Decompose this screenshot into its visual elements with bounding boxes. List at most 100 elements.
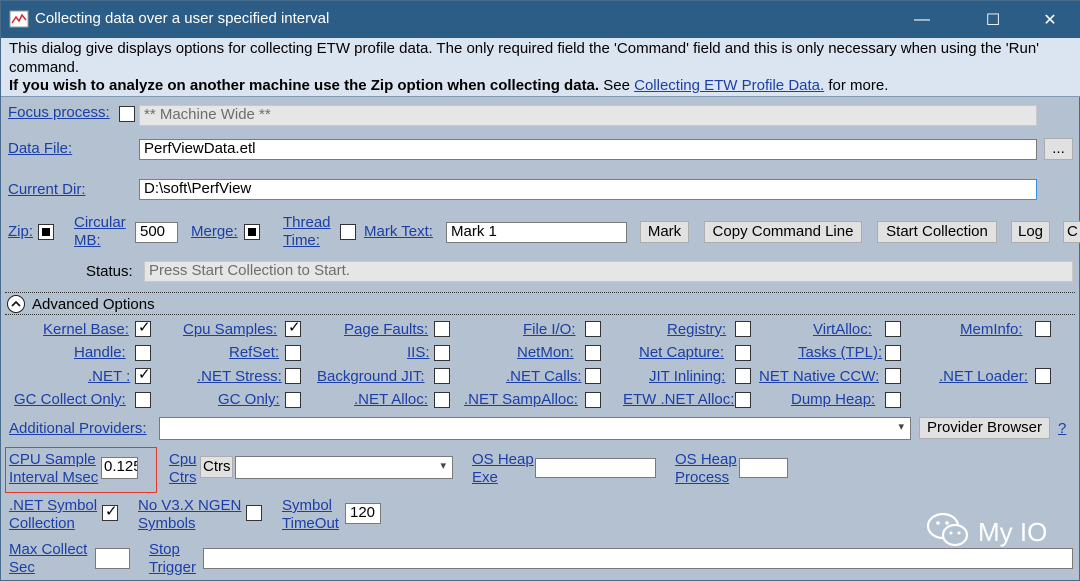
thread-time-label-2[interactable]: Time: bbox=[283, 232, 320, 250]
os-heap-exe-input[interactable] bbox=[535, 458, 656, 478]
net-capture-label[interactable]: Net Capture: bbox=[639, 344, 724, 362]
start-collection-button[interactable]: Start Collection bbox=[877, 221, 997, 243]
tasks-tpl-label[interactable]: Tasks (TPL): bbox=[798, 344, 882, 362]
focus-process-field[interactable]: ** Machine Wide ** bbox=[139, 105, 1037, 126]
collecting-data-link[interactable]: Collecting ETW Profile Data. bbox=[634, 77, 824, 94]
handle-checkbox[interactable] bbox=[135, 345, 151, 361]
provider-browser-button[interactable]: Provider Browser bbox=[919, 417, 1050, 439]
dump-heap-checkbox[interactable] bbox=[885, 392, 901, 408]
data-file-input[interactable]: PerfViewData.etl bbox=[139, 139, 1037, 160]
max-collect-sec-label-1[interactable]: Max Collect bbox=[9, 541, 87, 559]
dotnet-stress-checkbox[interactable] bbox=[285, 368, 301, 384]
merge-label[interactable]: Merge: bbox=[191, 223, 238, 241]
current-dir-label[interactable]: Current Dir: bbox=[8, 181, 86, 199]
dotnet-calls-label[interactable]: .NET Calls: bbox=[506, 368, 582, 386]
dotnet-sampalloc-label[interactable]: .NET SampAlloc: bbox=[464, 391, 578, 409]
os-heap-process-label-1[interactable]: OS Heap bbox=[675, 451, 737, 469]
meminfo-label[interactable]: MemInfo: bbox=[960, 321, 1023, 339]
help-link[interactable]: ? bbox=[1058, 420, 1066, 438]
mark-button[interactable]: Mark bbox=[640, 221, 689, 243]
cpu-sample-interval-input[interactable]: 0.125 bbox=[101, 457, 138, 479]
symbol-timeout-label-1[interactable]: Symbol bbox=[282, 497, 332, 515]
net-symbol-collection-label-1[interactable]: .NET Symbol bbox=[9, 497, 97, 515]
virtalloc-label[interactable]: VirtAlloc: bbox=[813, 321, 872, 339]
additional-providers-label[interactable]: Additional Providers: bbox=[9, 420, 147, 438]
maximize-button[interactable]: ☐ bbox=[970, 1, 1016, 38]
log-button[interactable]: Log bbox=[1011, 221, 1050, 243]
dotnet-alloc-label[interactable]: .NET Alloc: bbox=[354, 391, 428, 409]
cpu-ctrs-combo[interactable]: ▾ bbox=[235, 456, 453, 479]
zip-label[interactable]: Zip: bbox=[8, 223, 33, 241]
dotnet-alloc-checkbox[interactable] bbox=[434, 392, 450, 408]
kernel-base-label[interactable]: Kernel Base: bbox=[43, 321, 129, 339]
gc-collect-only-checkbox[interactable] bbox=[135, 392, 151, 408]
browse-button[interactable]: ... bbox=[1044, 138, 1073, 160]
net-symbol-collection-checkbox[interactable]: ✓ bbox=[102, 503, 118, 521]
os-heap-exe-label-1[interactable]: OS Heap bbox=[472, 451, 534, 469]
file-io-checkbox[interactable] bbox=[585, 321, 601, 337]
handle-label[interactable]: Handle: bbox=[74, 344, 126, 362]
gc-only-checkbox[interactable] bbox=[285, 392, 301, 408]
focus-process-checkbox[interactable] bbox=[119, 106, 135, 122]
page-faults-checkbox[interactable] bbox=[434, 321, 450, 337]
net-native-ccw-label[interactable]: NET Native CCW: bbox=[759, 368, 879, 386]
net-native-ccw-checkbox[interactable] bbox=[885, 368, 901, 384]
current-dir-input[interactable]: D:\soft\PerfView bbox=[139, 179, 1037, 200]
cpu-ctrs-label-2[interactable]: Ctrs bbox=[169, 469, 197, 487]
circular-mb-input[interactable]: 500 bbox=[135, 222, 178, 243]
dotnet-stress-label[interactable]: .NET Stress: bbox=[197, 368, 282, 386]
thread-time-label-1[interactable]: Thread bbox=[283, 214, 331, 232]
dotnet-loader-label[interactable]: .NET Loader: bbox=[939, 368, 1028, 386]
jit-inlining-checkbox[interactable] bbox=[735, 368, 751, 384]
etw-dotnet-alloc-label[interactable]: ETW .NET Alloc: bbox=[623, 391, 734, 409]
thread-time-checkbox[interactable] bbox=[340, 224, 356, 240]
gc-only-label[interactable]: GC Only: bbox=[218, 391, 280, 409]
no-v3x-ngen-label-1[interactable]: No V3.X NGEN bbox=[138, 497, 241, 515]
cpu-sample-interval-label-1[interactable]: CPU Sample bbox=[9, 451, 96, 469]
advanced-expander[interactable] bbox=[7, 295, 25, 313]
copy-command-line-button[interactable]: Copy Command Line bbox=[704, 221, 862, 243]
stop-trigger-input[interactable] bbox=[203, 548, 1073, 569]
symbol-timeout-label-2[interactable]: TimeOut bbox=[282, 515, 339, 533]
max-collect-sec-input[interactable] bbox=[95, 548, 130, 569]
page-faults-label[interactable]: Page Faults: bbox=[344, 321, 428, 339]
advanced-options-header[interactable]: Advanced Options bbox=[32, 296, 155, 314]
dotnet-calls-checkbox[interactable] bbox=[585, 368, 601, 384]
iis-checkbox[interactable] bbox=[434, 345, 450, 361]
registry-checkbox[interactable] bbox=[735, 321, 751, 337]
iis-label[interactable]: IIS: bbox=[407, 344, 430, 362]
registry-label[interactable]: Registry: bbox=[667, 321, 726, 339]
additional-providers-combo[interactable]: ▾ bbox=[159, 417, 911, 440]
netmon-checkbox[interactable] bbox=[585, 345, 601, 361]
cancel-button[interactable]: C bbox=[1063, 221, 1080, 243]
max-collect-sec-label-2[interactable]: Sec bbox=[9, 559, 35, 577]
os-heap-process-input[interactable] bbox=[739, 458, 788, 478]
file-io-label[interactable]: File I/O: bbox=[523, 321, 576, 339]
dotnet-label[interactable]: .NET : bbox=[88, 368, 130, 386]
tasks-tpl-checkbox[interactable] bbox=[885, 345, 901, 361]
jit-inlining-label[interactable]: JIT Inlining: bbox=[649, 368, 725, 386]
minimize-button[interactable]: — bbox=[899, 1, 945, 38]
refset-label[interactable]: RefSet: bbox=[229, 344, 279, 362]
etw-dotnet-alloc-checkbox[interactable] bbox=[735, 392, 751, 408]
no-v3x-ngen-checkbox[interactable] bbox=[246, 505, 262, 521]
no-v3x-ngen-label-2[interactable]: Symbols bbox=[138, 515, 196, 533]
os-heap-process-label-2[interactable]: Process bbox=[675, 469, 729, 487]
circular-mb-label-2[interactable]: MB: bbox=[74, 232, 101, 250]
ctrs-button[interactable]: Ctrs bbox=[200, 456, 233, 478]
virtalloc-checkbox[interactable] bbox=[885, 321, 901, 337]
circular-mb-label-1[interactable]: Circular bbox=[74, 214, 126, 232]
gc-collect-only-label[interactable]: GC Collect Only: bbox=[14, 391, 126, 409]
netmon-label[interactable]: NetMon: bbox=[517, 344, 574, 362]
cpu-ctrs-label-1[interactable]: Cpu bbox=[169, 451, 197, 469]
stop-trigger-label-2[interactable]: Trigger bbox=[149, 559, 196, 577]
dotnet-sampalloc-checkbox[interactable] bbox=[585, 392, 601, 408]
dotnet-checkbox[interactable]: ✓ bbox=[135, 366, 151, 384]
meminfo-checkbox[interactable] bbox=[1035, 321, 1051, 337]
symbol-timeout-input[interactable]: 120 bbox=[345, 503, 381, 524]
cpu-samples-label[interactable]: Cpu Samples: bbox=[183, 321, 277, 339]
close-button[interactable]: ✕ bbox=[1027, 1, 1073, 38]
title-bar[interactable]: Collecting data over a user specified in… bbox=[1, 1, 1080, 38]
background-jit-label[interactable]: Background JIT: bbox=[317, 368, 425, 386]
merge-checkbox[interactable] bbox=[244, 224, 260, 240]
